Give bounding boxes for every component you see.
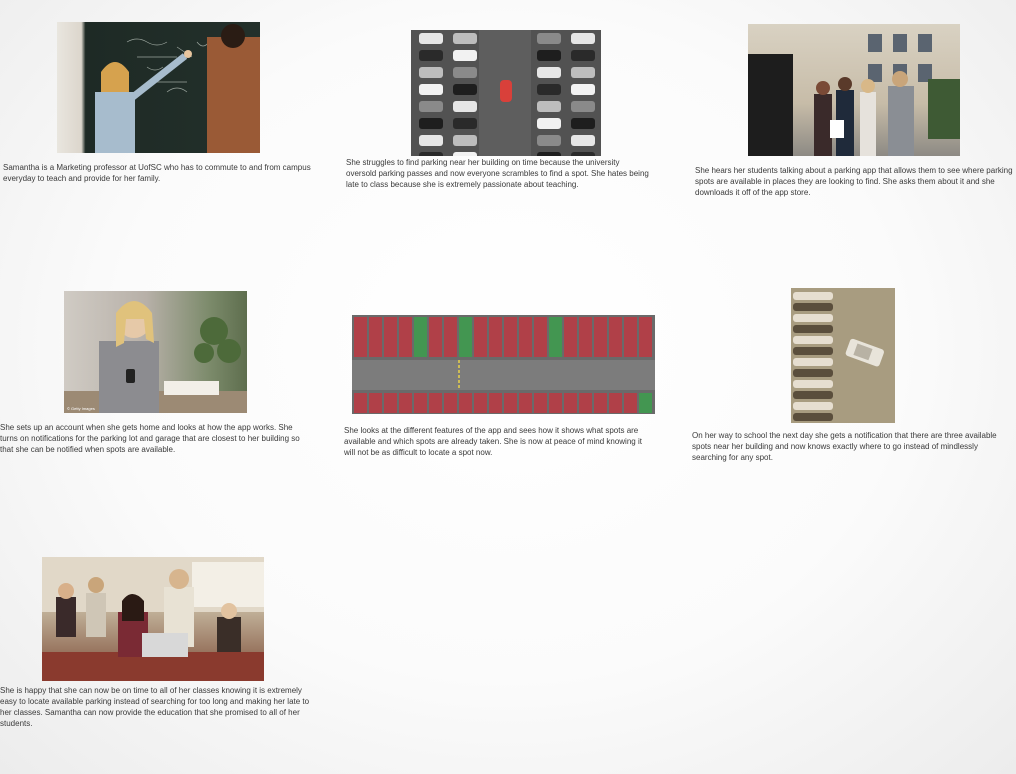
- parked-car: [453, 84, 477, 95]
- parked-car: [419, 135, 443, 146]
- taken-spot: [549, 393, 562, 413]
- parked-car: [537, 84, 561, 95]
- parked-car: [419, 152, 443, 156]
- taken-spot: [609, 393, 622, 413]
- taken-spot: [399, 393, 412, 413]
- watermark: © Getty Images: [67, 406, 95, 411]
- parked-car: [793, 303, 833, 311]
- students-talking-outside-photo: [748, 24, 960, 156]
- taken-spot: [489, 317, 502, 357]
- taken-spot: [474, 393, 487, 413]
- taken-spot: [639, 317, 652, 357]
- taken-spot: [534, 393, 547, 413]
- caption-5: She looks at the different features of t…: [344, 426, 642, 457]
- taken-spot: [594, 317, 607, 357]
- parked-car: [453, 101, 477, 112]
- parked-car: [537, 33, 561, 44]
- parked-car: [419, 50, 443, 61]
- parked-car: [419, 67, 443, 78]
- parked-car: [453, 152, 477, 156]
- taken-spot: [459, 393, 472, 413]
- parked-car: [537, 135, 561, 146]
- taken-spot: [444, 317, 457, 357]
- parked-car: [793, 413, 833, 421]
- parked-car: [793, 347, 833, 355]
- caption-6: On her way to school the next day she ge…: [692, 431, 997, 462]
- caption-7: She is happy that she can now be on time…: [0, 686, 310, 728]
- taken-spot: [624, 317, 637, 357]
- taken-spot: [504, 393, 517, 413]
- parked-car: [571, 152, 595, 156]
- parked-car: [793, 325, 833, 333]
- available-spot: [549, 317, 562, 357]
- taken-spot: [624, 393, 637, 413]
- parked-car: [571, 84, 595, 95]
- taken-spot: [444, 393, 457, 413]
- taken-spot: [474, 317, 487, 357]
- taken-spot: [579, 317, 592, 357]
- taken-spot: [519, 317, 532, 357]
- parked-car: [793, 314, 833, 322]
- parked-car: [571, 50, 595, 61]
- parked-car: [453, 135, 477, 146]
- taken-spot: [384, 317, 397, 357]
- taken-spot: [429, 317, 442, 357]
- parked-car: [419, 101, 443, 112]
- taken-spot: [399, 317, 412, 357]
- taken-spot: [489, 393, 502, 413]
- taken-spot: [609, 317, 622, 357]
- taken-spot: [594, 393, 607, 413]
- parked-car: [537, 152, 561, 156]
- parked-car: [419, 84, 443, 95]
- parked-car: [793, 292, 833, 300]
- parking-occupancy-overlay-photo: [352, 315, 655, 414]
- taken-spot: [429, 393, 442, 413]
- caption-2: She struggles to find parking near her b…: [346, 158, 649, 189]
- parked-car: [419, 118, 443, 129]
- taken-spot: [579, 393, 592, 413]
- teacher-helping-students-photo: [42, 557, 264, 681]
- parked-car: [571, 33, 595, 44]
- parked-car: [793, 402, 833, 410]
- taken-spot: [564, 317, 577, 357]
- taken-spot: [414, 393, 427, 413]
- parked-car: [571, 101, 595, 112]
- taken-spot: [564, 393, 577, 413]
- parked-car: [571, 135, 595, 146]
- teacher-at-chalkboard-photo: [57, 22, 260, 153]
- available-spot: [414, 317, 427, 357]
- taken-spot: [384, 393, 397, 413]
- woman-using-phone-photo: © Getty Images: [64, 291, 247, 413]
- parked-car: [793, 336, 833, 344]
- parked-car: [419, 33, 443, 44]
- parked-car: [571, 67, 595, 78]
- parked-car: [537, 101, 561, 112]
- taken-spot: [354, 317, 367, 357]
- parked-car: [537, 118, 561, 129]
- parked-car: [537, 67, 561, 78]
- parked-car: [571, 118, 595, 129]
- available-spot: [639, 393, 652, 413]
- parked-car: [793, 391, 833, 399]
- caption-4: She sets up an account when she gets hom…: [0, 423, 300, 454]
- caption-3: She hears her students talking about a p…: [695, 166, 1013, 197]
- taken-spot: [534, 317, 547, 357]
- taken-spot: [519, 393, 532, 413]
- caption-1: Samantha is a Marketing professor at Uof…: [3, 163, 311, 183]
- taken-spot: [504, 317, 517, 357]
- parked-car: [793, 358, 833, 366]
- parked-car: [453, 118, 477, 129]
- parked-car: [453, 67, 477, 78]
- parked-car: [453, 33, 477, 44]
- available-spot: [459, 317, 472, 357]
- taken-spot: [369, 317, 382, 357]
- parked-car: [537, 50, 561, 61]
- aerial-parking-lot-photo: [411, 30, 601, 156]
- parked-car: [793, 369, 833, 377]
- taken-spot: [369, 393, 382, 413]
- parked-car: [793, 380, 833, 388]
- car-driving-in-lot-photo: [791, 288, 895, 423]
- taken-spot: [354, 393, 367, 413]
- parked-car: [453, 50, 477, 61]
